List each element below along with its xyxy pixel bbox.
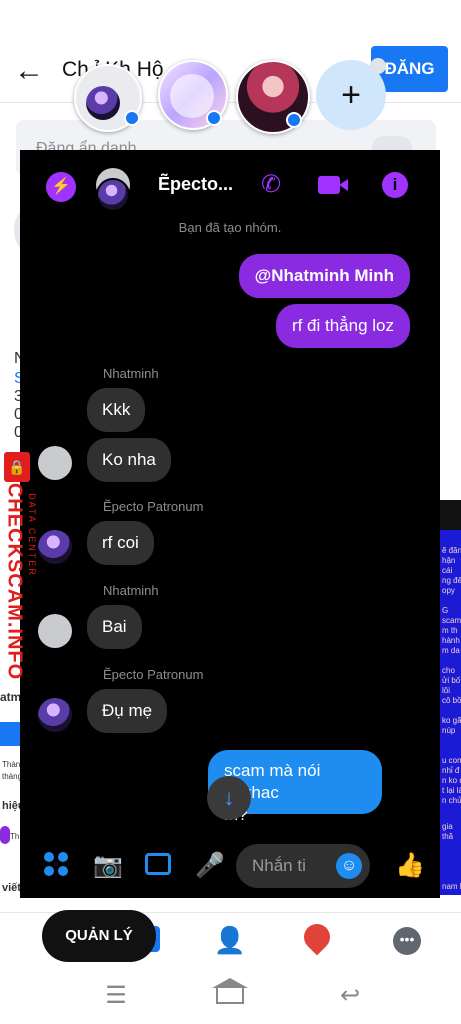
preview-text: ẽ đăng: [442, 546, 461, 555]
message-bubble-incoming[interactable]: Bai: [87, 605, 142, 649]
watermark-text: CHECKSCAM.INFO: [3, 482, 26, 681]
preview-text: ng đế: [442, 576, 461, 585]
message-bubble-outgoing[interactable]: @Nhatminh Minh: [238, 254, 410, 298]
preview-text: hành: [442, 636, 460, 645]
avatar[interactable]: [38, 614, 72, 648]
camera-icon[interactable]: 📷: [92, 850, 124, 882]
preview-text: nam lo: [442, 882, 461, 891]
message-input-placeholder: Nhắn ti: [252, 856, 306, 875]
back-arrow-icon[interactable]: ←: [14, 53, 50, 89]
preview-text: u con: [442, 756, 461, 765]
chat-title[interactable]: Ẽpecto...: [158, 174, 233, 195]
bg-fragment: atm: [0, 690, 22, 704]
avatar: [86, 86, 120, 120]
preview-text: gia: [442, 822, 453, 831]
manage-button[interactable]: QUẢN LÝ: [42, 910, 156, 962]
preview-text: cô bồ: [442, 696, 461, 705]
message-bubble-outgoing[interactable]: rf đi thẳng loz: [275, 304, 410, 348]
more-icon[interactable]: •••: [393, 927, 421, 955]
menu-dots-icon[interactable]: [42, 850, 70, 878]
home-icon-roof: [212, 978, 248, 988]
preview-text: lôi: [442, 686, 451, 695]
microphone-icon[interactable]: 🎤: [194, 850, 226, 882]
video-icon[interactable]: [318, 176, 340, 194]
preview-text: n chửi: [442, 796, 461, 805]
sender-name: Ẽpecto Patronum: [103, 667, 204, 682]
preview-text: hận: [442, 556, 456, 565]
bg-dot: [0, 826, 10, 844]
preview-text: scam: [442, 616, 461, 625]
message-bubble-incoming[interactable]: Kkk: [87, 388, 146, 432]
avatar[interactable]: [38, 446, 72, 480]
preview-text: m th: [442, 626, 458, 635]
back-icon[interactable]: ↩: [330, 968, 370, 1024]
video-icon-lens: [339, 179, 348, 191]
group-avatar: [96, 178, 130, 212]
preview-text: n ko đ: [442, 776, 461, 785]
avatar[interactable]: [38, 530, 72, 564]
scroll-down-icon[interactable]: ↓: [207, 776, 251, 820]
preview-status-bar: [440, 500, 461, 530]
recent-apps-icon[interactable]: ☰: [96, 968, 136, 1024]
bg-fragment: viết: [2, 882, 21, 894]
like-icon[interactable]: 👍: [394, 850, 426, 882]
bg-fragment: Th: [10, 832, 20, 841]
online-badge: [286, 112, 302, 128]
online-badge: [206, 110, 222, 126]
preview-text: cái: [442, 566, 453, 575]
bg-blue-bar: [0, 722, 22, 746]
bg-fragment: Thàn: [2, 760, 21, 769]
preview-text: G: [442, 606, 449, 615]
avatar[interactable]: [38, 698, 72, 732]
preview-text: cho: [442, 666, 455, 675]
preview-text: ko gã: [442, 716, 461, 725]
system-message: Bạn đã tạo nhóm.: [178, 220, 282, 235]
sender-name: Nhatminh: [103, 583, 159, 598]
message-bubble-incoming[interactable]: Ko nha: [87, 438, 171, 482]
watermark-subtitle: DATA CENTER: [27, 493, 37, 577]
add-friend-icon[interactable]: 👤: [210, 912, 250, 968]
info-icon[interactable]: i: [382, 172, 408, 198]
gallery-icon[interactable]: [145, 853, 171, 875]
online-badge: [124, 110, 140, 126]
message-bubble-incoming[interactable]: Đụ mẹ: [87, 689, 168, 733]
phone-icon[interactable]: ✆: [256, 170, 286, 200]
preview-text: thă: [442, 832, 454, 841]
preview-text: núp: [442, 726, 456, 735]
preview-text: ửi bố: [442, 676, 461, 685]
emoji-icon[interactable]: ☺: [336, 853, 362, 879]
preview-text: t lại là: [442, 786, 461, 795]
preview-text: opy: [442, 586, 455, 595]
messenger-icon[interactable]: ⚡: [46, 172, 76, 202]
sender-name: Ẽpecto Patronum: [103, 499, 204, 514]
preview-text: nhỉ đ: [442, 766, 460, 775]
message-bubble-incoming[interactable]: rf coi: [87, 521, 154, 565]
home-icon[interactable]: [216, 986, 244, 1004]
chat-head-dot: [370, 58, 386, 74]
preview-text: m da: [442, 646, 460, 655]
sender-name: Nhatminh: [103, 366, 159, 381]
